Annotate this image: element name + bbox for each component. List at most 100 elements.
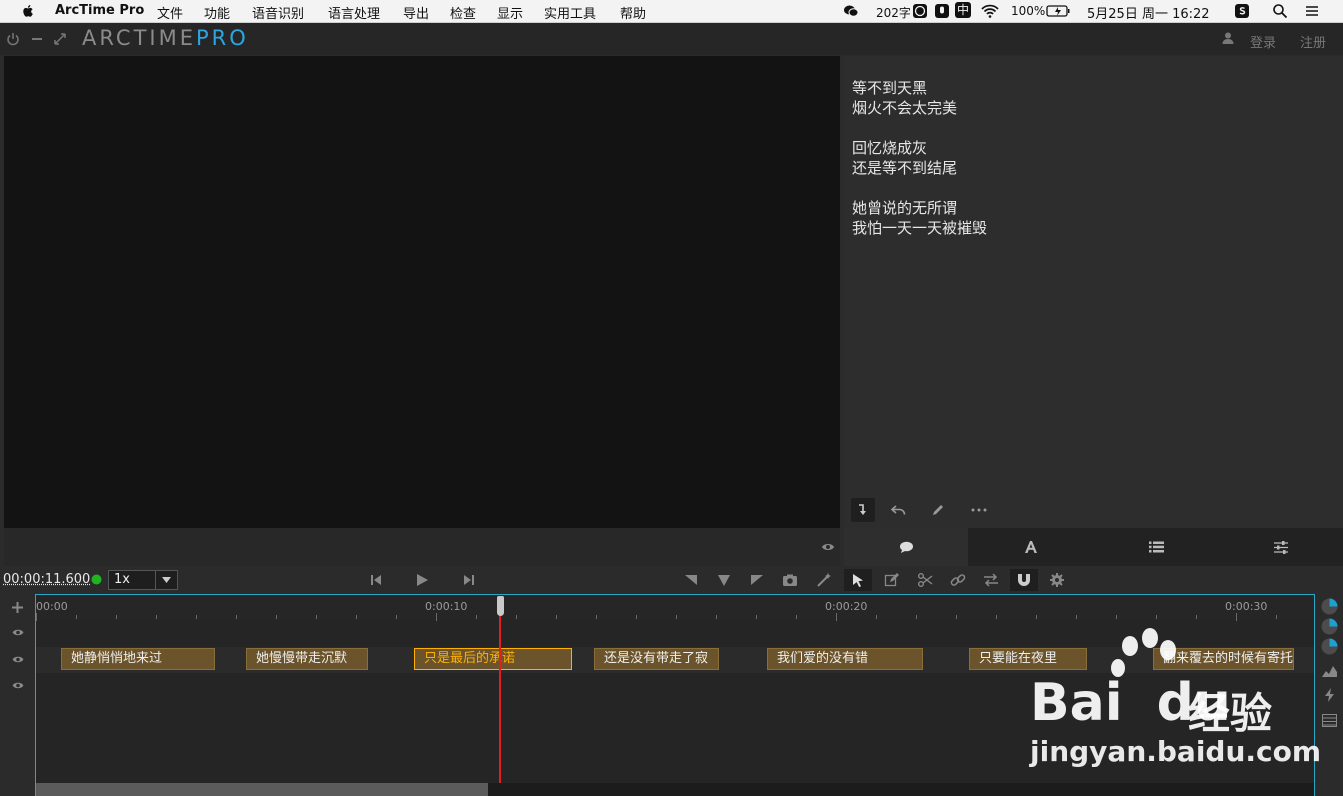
menu-export[interactable]: 导出 [403,3,429,22]
ruler-label: 0:00:10 [425,600,468,613]
minimize-icon[interactable] [29,31,45,47]
video-preview[interactable] [4,56,840,528]
ruler-tick [916,615,917,619]
datetime[interactable]: 5月25日 周一 16:22 [1087,3,1210,22]
menu-help[interactable]: 帮助 [620,3,646,22]
more-icon[interactable] [971,508,987,512]
import-button[interactable] [851,498,875,522]
tab-subtitles[interactable] [844,528,968,566]
timeline-scrollbar-thumb[interactable] [36,783,488,796]
battery-percent: 100% [1011,4,1046,18]
timeline-scrollbar-track[interactable] [488,783,1314,796]
mark-down-icon[interactable] [716,572,732,588]
subtitle-clip[interactable]: 我们爱的没有错 [767,648,923,670]
watermark-url: jingyan.baidu.com [1030,735,1322,768]
chevron-down-icon [162,577,171,583]
table-icon[interactable] [1322,714,1337,727]
mark-out-icon[interactable] [749,572,765,588]
lyric-line: 烟火不会太完美 [852,99,958,117]
edit-icon[interactable] [884,572,900,588]
sogou-icon[interactable] [1234,3,1250,19]
waveform-chart-icon[interactable] [1322,664,1337,677]
tab-list[interactable] [1094,528,1218,566]
fullscreen-icon[interactable] [52,31,68,47]
app-logo: ARCTIMEPRO [82,26,249,50]
subtitle-clip[interactable]: 她静悄悄地来过 [61,648,215,670]
add-track-icon[interactable] [11,601,24,614]
ruler-tick [716,615,717,619]
select-tool-button[interactable] [844,569,872,591]
subtitle-clip-selected[interactable]: 只是最后的承诺 [414,648,572,670]
scissors-icon[interactable] [917,572,933,588]
ruler-tick [116,615,117,619]
lightning-icon[interactable] [1324,688,1335,702]
camera-icon[interactable] [782,572,798,588]
lyric-line: 还是等不到结尾 [852,159,958,177]
smiley-icon[interactable] [912,3,928,19]
register-button[interactable]: 注册 [1300,32,1326,51]
zoom-circle-icon[interactable] [1321,598,1338,615]
magic-wand-icon[interactable] [816,572,832,588]
lyrics-text[interactable]: 等不到天黑 烟火不会太完美 回忆烧成灰 还是等不到结尾 她曾说的无所谓 我怕一天… [852,78,987,238]
menu-function[interactable]: 功能 [204,3,230,22]
font-icon [1025,541,1037,553]
link-icon[interactable] [950,572,966,588]
speech-bubble-icon [899,541,913,553]
speed-value: 1x [114,572,130,587]
battery-icon[interactable] [1046,3,1070,19]
undo-icon[interactable] [891,503,906,517]
track-visibility-eye-icon[interactable] [11,655,25,664]
power-icon[interactable] [5,31,21,47]
microphone-icon[interactable] [934,3,950,19]
spotlight-search-icon[interactable] [1272,3,1288,19]
login-button[interactable]: 登录 [1250,32,1276,51]
play-icon[interactable] [414,572,430,588]
menu-tools[interactable]: 实用工具 [544,3,596,22]
playhead-handle[interactable] [497,596,504,616]
list-icon [1148,541,1164,553]
skip-forward-icon[interactable] [461,572,477,588]
audio-circle-icon[interactable] [1321,638,1338,655]
menubar: ArcTime Pro 文件 功能 语音识别 语言处理 导出 检查 显示 实用工… [0,0,1343,23]
input-method-indicator[interactable]: 中 [955,2,971,18]
subtitle-clip[interactable]: 还是没有带走了寂 [594,648,719,670]
magnet-snap-button[interactable] [1010,569,1038,591]
swap-icon[interactable] [983,572,999,588]
menu-check[interactable]: 检查 [450,3,476,22]
subtitle-clip[interactable]: 她慢慢带走沉默 [246,648,368,670]
track-circle-icon[interactable] [1321,618,1338,635]
skip-back-icon[interactable] [368,572,384,588]
subtitle-clip[interactable]: 只要能在夜里 [969,648,1087,670]
apple-icon[interactable] [20,3,36,19]
eye-icon[interactable] [821,542,835,552]
ruler-label: 00:00 [36,600,68,613]
menu-speech-recognition[interactable]: 语音识别 [252,3,304,22]
gear-icon[interactable] [1049,572,1065,588]
cursor-icon [853,574,863,587]
tab-settings[interactable] [1219,528,1343,566]
lyric-line: 等不到天黑 [852,79,928,97]
pencil-icon[interactable] [931,503,945,517]
tab-style[interactable] [969,528,1093,566]
app-menu[interactable]: ArcTime Pro [55,3,144,18]
playhead-line[interactable] [499,596,501,784]
menu-file[interactable]: 文件 [157,3,183,22]
ruler-tick [956,615,957,619]
ruler-tick [876,615,877,619]
timecode[interactable]: 00:00:11.600 [3,572,90,587]
track-visibility-eye-icon[interactable] [11,628,25,637]
word-count: 202字 [876,6,911,20]
menu-language-processing[interactable]: 语言处理 [328,3,380,22]
playback-speed-select[interactable]: 1x [108,570,178,590]
ruler-label: 0:00:20 [825,600,868,613]
menu-display[interactable]: 显示 [497,3,523,22]
wechat-icon[interactable] [843,3,859,19]
ruler-tick [1196,615,1197,619]
magnet-icon [1018,574,1030,586]
track-visibility-eye-icon[interactable] [11,681,25,690]
mark-in-icon[interactable] [683,572,699,588]
sliders-icon [1274,540,1288,554]
menu-list-icon[interactable] [1304,3,1320,19]
wifi-icon[interactable] [980,3,1000,19]
time-ruler[interactable] [36,595,1314,621]
